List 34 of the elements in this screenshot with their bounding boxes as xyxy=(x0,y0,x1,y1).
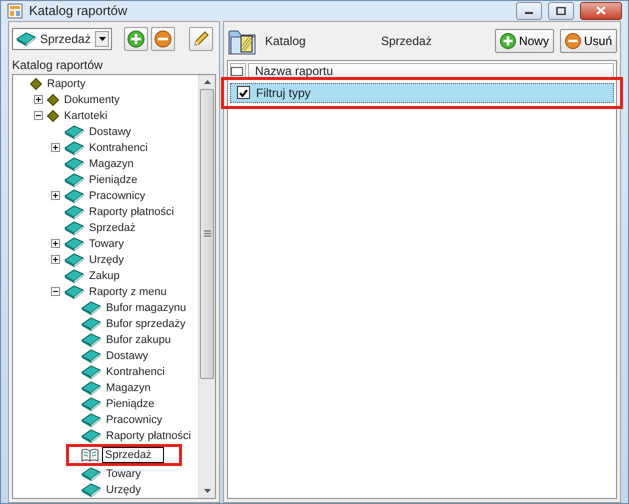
tree-item[interactable]: Dokumenty xyxy=(62,92,122,106)
tree-item[interactable]: Raporty płatności xyxy=(104,428,193,442)
tree-item[interactable]: Urzędy xyxy=(104,482,143,496)
tree-item[interactable]: Bufor zakupu xyxy=(104,332,173,346)
catalog-name: Sprzedaż xyxy=(381,32,432,50)
tree-item[interactable]: Pieniądze xyxy=(87,172,140,186)
tree-item[interactable]: Magazyn xyxy=(104,380,153,394)
tree-item[interactable]: Dostawy xyxy=(87,124,134,138)
tree-item[interactable]: Towary xyxy=(104,466,143,480)
tree-item[interactable]: Raporty xyxy=(45,76,88,90)
tree-item[interactable]: Bufor sprzedaży xyxy=(104,316,188,330)
tree-item[interactable]: Pracownicy xyxy=(104,412,164,426)
grid-row[interactable]: Filtruj typy xyxy=(230,82,614,102)
tree-item[interactable]: Raporty z menu xyxy=(87,284,169,298)
tree-item[interactable]: Kontrahenci xyxy=(104,364,167,378)
tree-item[interactable]: Dostawy xyxy=(104,348,150,362)
new-button[interactable]: Nowy xyxy=(494,28,554,52)
tree-item[interactable]: Kartoteki xyxy=(62,108,110,122)
tree-item[interactable]: Urzędy xyxy=(87,252,126,266)
tree-item[interactable]: Raporty płatności xyxy=(87,204,176,218)
tree-item[interactable]: Bufor magazynu xyxy=(104,300,188,314)
tree-item[interactable]: Pracownicy xyxy=(87,188,148,202)
tree-item[interactable]: Towary xyxy=(87,236,126,250)
delete-button[interactable]: Usuń xyxy=(560,28,617,52)
panel-title: Katalog xyxy=(265,32,307,50)
tree-item[interactable]: Pieniądze xyxy=(104,396,156,410)
category-dropdown[interactable]: Sprzedaż xyxy=(12,28,112,50)
tree-item[interactable]: Zakup xyxy=(87,268,122,282)
panel-label: Katalog raportów xyxy=(11,56,104,74)
tree-item[interactable]: Magazyn xyxy=(87,156,136,170)
tree-item[interactable]: Sprzedaż xyxy=(87,220,138,234)
tree-item[interactable]: Kontrahenci xyxy=(87,140,150,154)
window-title: Katalog raportów xyxy=(29,2,128,20)
rename-field[interactable]: Sprzedaż xyxy=(102,446,164,462)
